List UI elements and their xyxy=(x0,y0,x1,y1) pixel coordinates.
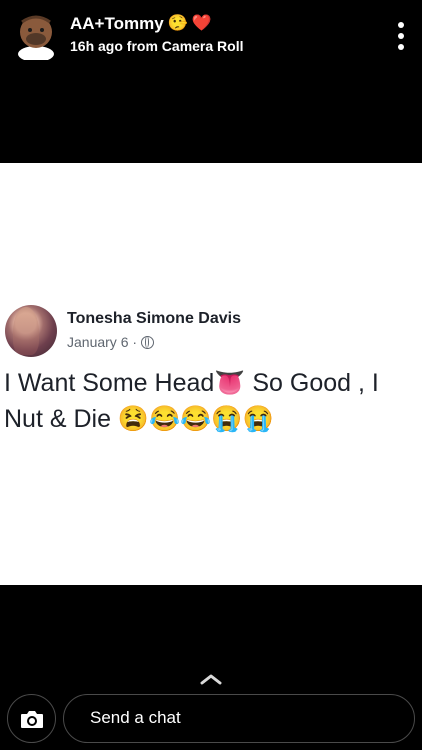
post-screenshot: Tonesha Simone Davis January 6 · I Want … xyxy=(0,163,422,585)
post-date: January 6 · xyxy=(67,334,155,350)
post-body-text: I Want Some Head👅 So Good , I Nut & Die … xyxy=(4,369,379,433)
post-author-avatar xyxy=(5,305,57,357)
story-title-text: AA+Tommy xyxy=(70,14,164,33)
post-date-text: January 6 · xyxy=(67,334,138,350)
chevron-up-icon[interactable] xyxy=(199,672,223,685)
story-title: AA+Tommy 🤥 ❤️ xyxy=(70,14,212,34)
globe-icon xyxy=(141,335,155,349)
send-chat-input[interactable]: Send a chat xyxy=(63,694,415,743)
send-chat-placeholder: Send a chat xyxy=(90,708,181,727)
story-header: AA+Tommy 🤥 ❤️ 16h ago from Camera Roll xyxy=(0,0,422,80)
bitmoji-avatar[interactable] xyxy=(14,12,58,62)
red-heart-emoji: ❤️ xyxy=(191,15,212,32)
camera-icon xyxy=(20,710,43,728)
post-author-name: Tonesha Simone Davis xyxy=(67,310,241,327)
camera-button[interactable] xyxy=(7,694,56,743)
more-vertical-icon[interactable] xyxy=(396,22,406,50)
lying-face-emoji: 🤥 xyxy=(167,15,188,32)
story-timestamp: 16h ago from Camera Roll xyxy=(70,38,244,54)
